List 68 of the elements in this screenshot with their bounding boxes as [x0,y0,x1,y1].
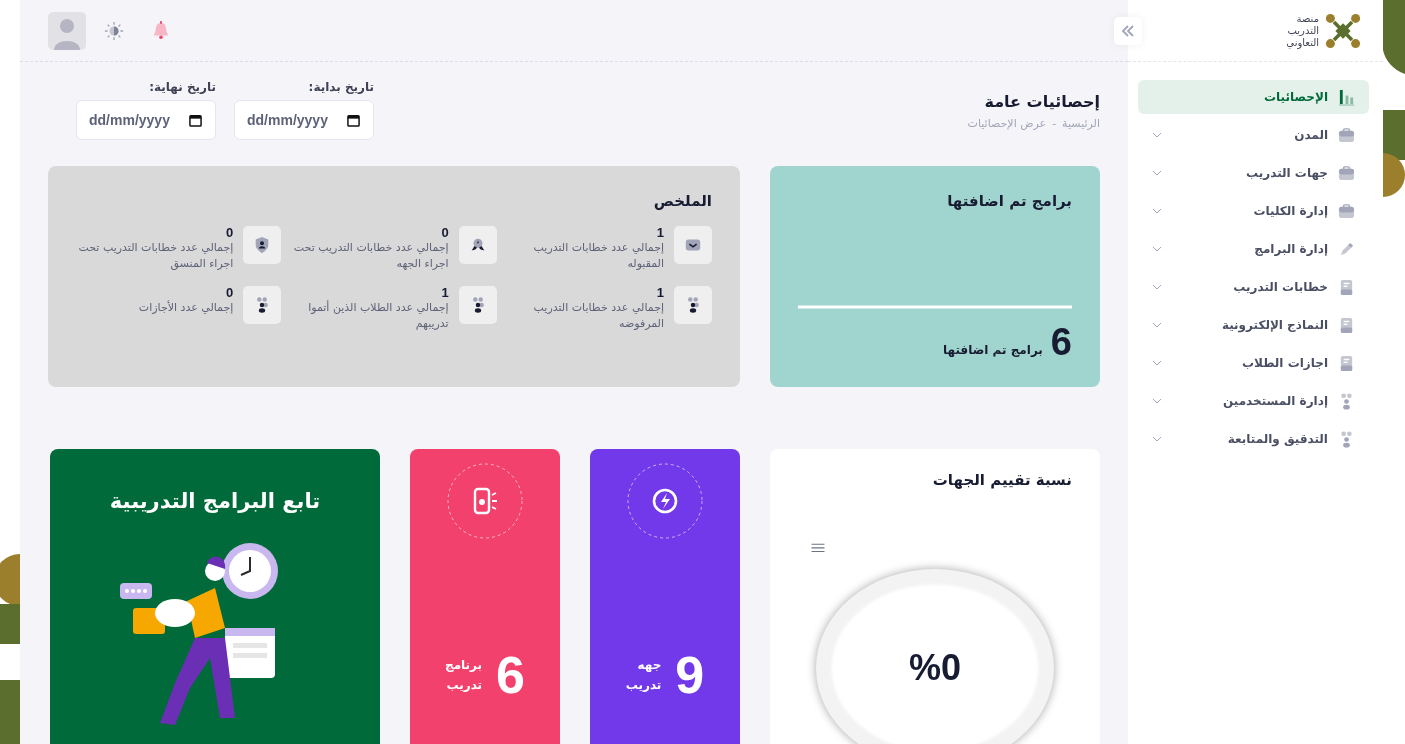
summary-value: 0 [225,226,234,240]
sidebar-item[interactable]: إدارة البرامج [1138,232,1369,266]
document-icon [1338,354,1355,372]
summary-value: 1 [655,286,664,300]
notification-bell-icon[interactable] [152,20,170,41]
summary-label: إجمالي عدد خطابات التدريب المقبوله [532,240,664,272]
shield-user-icon [243,226,282,264]
breadcrumb-separator: - [1052,117,1057,130]
summary-value: 0 [225,286,234,300]
briefcase-icon [1338,202,1355,220]
theme-toggle-icon[interactable] [104,20,124,41]
card-title: نسبة تقييم الجهات [931,471,1072,489]
sidebar-item[interactable]: المدن [1138,118,1369,152]
users-icon [458,286,497,324]
summary-label: إجمالي عدد خطابات التدريب تحت اجراء المنسق [77,240,234,272]
breadcrumb-item: عرض الإحصائيات [967,117,1047,130]
document-icon [1338,278,1355,296]
card-title: برامج تم اضافتها [946,192,1072,210]
stat-label: جهه تدريب [625,657,662,694]
briefcase-icon [1338,126,1355,144]
users-icon [674,286,712,324]
users-icon [243,286,282,324]
programs-caption: برامج تم اضافتها [943,343,1043,359]
card-title: الملخص [652,192,712,210]
summary-label: إجمالي عدد خطابات التدريب المرفوضه [532,300,664,332]
summary-value: 0 [440,226,449,240]
users-icon [1338,430,1355,448]
calendar-icon[interactable] [347,114,360,127]
page-title: إحصائيات عامة [983,92,1100,111]
sidebar-item[interactable]: جهات التدريب [1138,156,1369,190]
sidebar-item[interactable]: خطابات التدريب [1138,270,1369,304]
award-icon [458,226,497,264]
sidebar-item[interactable]: النماذج الإلكترونية [1138,308,1369,342]
sidebar-item[interactable]: إدارة الكليات [1138,194,1369,228]
menu-icon[interactable] [810,543,826,553]
stat-value: 9 [675,645,705,705]
users-icon [1338,392,1355,410]
date-label: تاريخ بداية: [307,80,374,94]
stat-label: برنامج تدريب [445,657,483,694]
date-field[interactable]: dd/mm/yyyy [76,100,216,140]
date-field[interactable]: dd/mm/yyyy [234,100,374,140]
summary-value: 1 [440,286,449,300]
inbox-icon [674,226,712,264]
sidebar-item[interactable]: اجازات الطلاب [1138,346,1369,380]
sidebar-item[interactable]: التدقيق والمتابعة [1138,422,1369,456]
logo-text: منصة التدريب التعاوني [1286,12,1319,49]
document-icon [1338,316,1355,334]
summary-label: إجمالي عدد خطابات التدريب تحت اجراء الجهه [292,240,449,272]
date-label: تاريخ نهاية: [148,80,216,94]
user-avatar[interactable] [48,11,86,50]
sidebar-item[interactable]: الإحصائيات [1138,80,1369,114]
phone-alert-icon [447,463,523,539]
programs-count: 6 [1050,323,1072,361]
stat-value: 6 [496,645,525,705]
summary-value: 1 [655,226,664,240]
calendar-icon[interactable] [189,114,202,127]
collapse-sidebar-button[interactable] [1114,16,1142,45]
briefcase-icon [1338,164,1355,182]
rating-value: %0 [909,646,961,689]
promo-title: تابع البرامج التدريبية [109,489,321,513]
lightning-icon [627,463,703,539]
summary-label: إجمالي عدد الطلاب الذين أتموا تدريبهم [307,300,449,332]
double-chevron-icon [1121,23,1135,38]
pen-icon [1338,240,1355,258]
bar-chart-icon [1338,88,1355,106]
logo-icon [1325,12,1361,49]
summary-label: إجمالي عدد الأجازات [138,300,234,316]
sidebar-item[interactable]: إدارة المستخدمين [1138,384,1369,418]
